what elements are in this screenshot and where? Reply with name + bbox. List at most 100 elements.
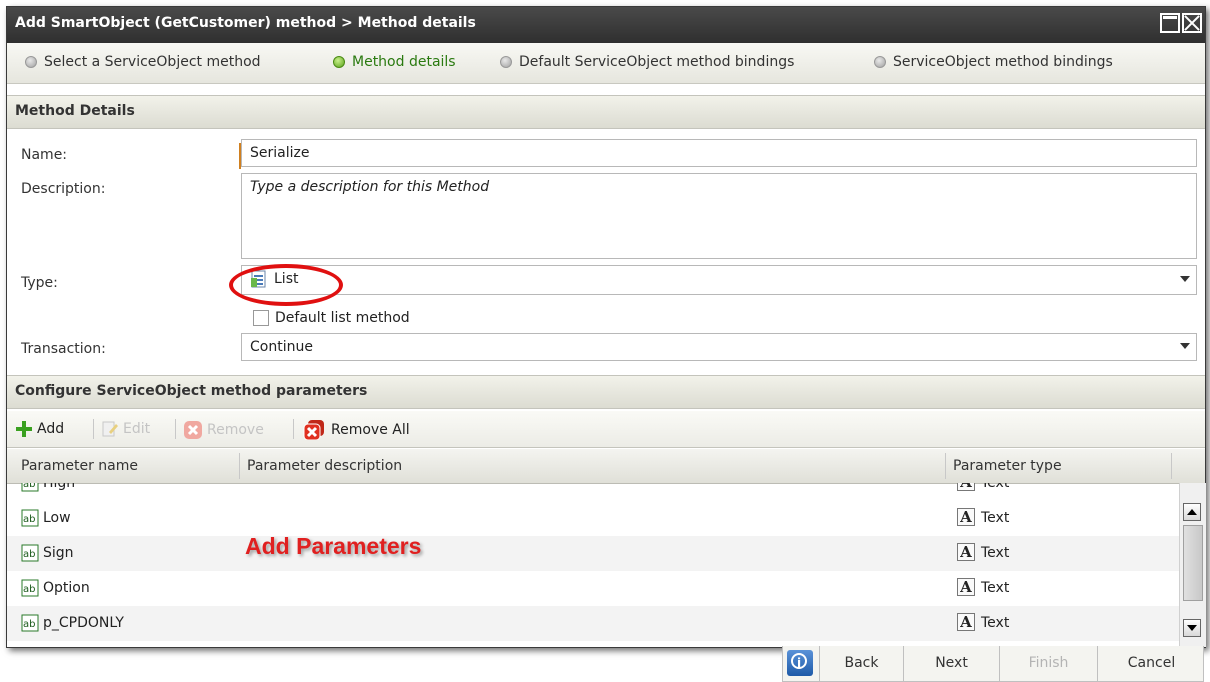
step-label: Default ServiceObject method bindings bbox=[519, 54, 795, 70]
chevron-down-icon bbox=[1180, 276, 1190, 282]
finish-button[interactable]: Finish bbox=[999, 646, 1097, 681]
remove-button[interactable]: Remove bbox=[183, 420, 264, 440]
step-default-bindings[interactable]: Default ServiceObject method bindings bbox=[500, 54, 794, 70]
chevron-down-icon bbox=[1180, 343, 1190, 349]
transaction-dropdown[interactable]: Continue bbox=[241, 333, 1197, 361]
section-title: Method Details bbox=[15, 103, 135, 119]
column-divider[interactable] bbox=[945, 453, 946, 479]
text-type-icon: A bbox=[957, 483, 975, 491]
text-type-icon: A bbox=[957, 508, 975, 526]
description-placeholder: Type a description for this Method bbox=[250, 179, 490, 195]
remove-icon bbox=[184, 421, 202, 439]
svg-text:ab: ab bbox=[23, 514, 35, 525]
parameters-table-body: ab High A Text ab Low A Text ab Sign A T… bbox=[7, 483, 1181, 647]
text-type-icon: A bbox=[957, 543, 975, 561]
method-details-header: Method Details bbox=[7, 95, 1205, 129]
dialog-window: Add SmartObject (GetCustomer) method > M… bbox=[6, 6, 1206, 648]
parameter-type: Text bbox=[981, 615, 1010, 631]
toolbar-divider bbox=[293, 419, 294, 439]
type-dropdown[interactable]: List bbox=[241, 265, 1197, 295]
column-parameter-description[interactable]: Parameter description bbox=[247, 458, 402, 474]
scroll-down-icon[interactable] bbox=[1183, 619, 1201, 637]
remove-all-label: Remove All bbox=[331, 422, 410, 438]
parameters-scrollbar[interactable] bbox=[1179, 483, 1206, 647]
transaction-value: Continue bbox=[250, 339, 313, 355]
column-parameter-type[interactable]: Parameter type bbox=[953, 458, 1062, 474]
info-button[interactable]: i bbox=[787, 650, 813, 676]
highlight-circle bbox=[229, 264, 343, 306]
add-icon bbox=[16, 421, 32, 437]
parameter-name: Sign bbox=[43, 545, 74, 561]
toolbar-divider bbox=[93, 419, 94, 439]
toolbar-divider bbox=[175, 419, 176, 439]
description-label: Description: bbox=[21, 181, 106, 197]
close-icon[interactable] bbox=[1182, 13, 1202, 33]
add-label: Add bbox=[37, 421, 65, 437]
parameter-name: High bbox=[43, 483, 76, 491]
column-divider[interactable] bbox=[1171, 453, 1172, 479]
title-bar: Add SmartObject (GetCustomer) method > M… bbox=[7, 7, 1205, 43]
edit-icon bbox=[102, 421, 118, 437]
svg-text:ab: ab bbox=[23, 584, 35, 595]
default-list-checkbox[interactable] bbox=[253, 310, 269, 326]
step-indicator-icon bbox=[874, 56, 886, 68]
remove-all-button[interactable]: Remove All bbox=[303, 420, 410, 440]
transaction-label: Transaction: bbox=[21, 341, 106, 357]
parameter-icon: ab bbox=[21, 544, 39, 562]
maximize-icon[interactable] bbox=[1160, 13, 1180, 33]
text-type-icon: A bbox=[957, 578, 975, 596]
text-type-icon: A bbox=[957, 613, 975, 631]
table-row[interactable]: ab p_CPDONLY A Text bbox=[7, 606, 1181, 641]
wizard-steps: Select a ServiceObject method Method det… bbox=[7, 43, 1205, 84]
step-label: Method details bbox=[352, 54, 456, 70]
parameter-type: Text bbox=[981, 580, 1010, 596]
window-title: Add SmartObject (GetCustomer) method > M… bbox=[15, 15, 476, 31]
description-field[interactable]: Type a description for this Method bbox=[241, 173, 1197, 259]
step-select-serviceobject-method[interactable]: Select a ServiceObject method bbox=[25, 54, 261, 70]
info-icon: i bbox=[791, 653, 807, 670]
svg-text:ab: ab bbox=[23, 619, 35, 630]
column-parameter-name[interactable]: Parameter name bbox=[21, 458, 138, 474]
scroll-thumb[interactable] bbox=[1183, 525, 1203, 601]
step-method-bindings[interactable]: ServiceObject method bindings bbox=[874, 54, 1113, 70]
step-method-details[interactable]: Method details bbox=[333, 54, 456, 70]
table-row[interactable]: ab High A Text bbox=[7, 483, 1181, 501]
step-indicator-icon bbox=[333, 56, 345, 68]
table-row[interactable]: ab Low A Text bbox=[7, 501, 1181, 536]
add-parameters-annotation: Add Parameters bbox=[245, 533, 422, 559]
parameter-icon: ab bbox=[21, 509, 39, 527]
name-field[interactable]: Serialize bbox=[241, 139, 1197, 167]
parameter-icon: ab bbox=[21, 614, 39, 632]
table-row[interactable]: ab Sign A Text bbox=[7, 536, 1181, 571]
cancel-button[interactable]: Cancel bbox=[1097, 646, 1205, 681]
parameter-type: Text bbox=[981, 545, 1010, 561]
parameters-header: Configure ServiceObject method parameter… bbox=[7, 375, 1205, 409]
step-label: ServiceObject method bindings bbox=[893, 54, 1113, 70]
footer-buttons: i Back Next Finish Cancel bbox=[782, 646, 1204, 682]
svg-text:ab: ab bbox=[23, 549, 35, 560]
add-button[interactable]: Add bbox=[15, 420, 64, 438]
type-label: Type: bbox=[21, 275, 58, 291]
parameter-icon: ab bbox=[21, 483, 39, 492]
parameter-type: Text bbox=[981, 510, 1010, 526]
edit-label: Edit bbox=[123, 421, 151, 437]
parameter-name: Low bbox=[43, 510, 71, 526]
name-label: Name: bbox=[21, 147, 68, 163]
next-button[interactable]: Next bbox=[903, 646, 999, 681]
remove-label: Remove bbox=[207, 422, 264, 438]
edit-button[interactable]: Edit bbox=[101, 420, 150, 438]
step-label: Select a ServiceObject method bbox=[44, 54, 261, 70]
remove-all-icon bbox=[303, 420, 324, 440]
column-divider[interactable] bbox=[239, 453, 240, 479]
back-button[interactable]: Back bbox=[819, 646, 903, 681]
table-row[interactable]: ab Option A Text bbox=[7, 571, 1181, 606]
parameter-name: p_CPDONLY bbox=[43, 615, 124, 631]
default-list-label: Default list method bbox=[275, 310, 410, 326]
scroll-up-icon[interactable] bbox=[1183, 503, 1201, 521]
step-indicator-icon bbox=[25, 56, 37, 68]
section-title: Configure ServiceObject method parameter… bbox=[15, 383, 368, 399]
name-value: Serialize bbox=[250, 145, 310, 161]
parameter-type: Text bbox=[981, 483, 1010, 491]
step-indicator-icon bbox=[500, 56, 512, 68]
parameter-icon: ab bbox=[21, 579, 39, 597]
